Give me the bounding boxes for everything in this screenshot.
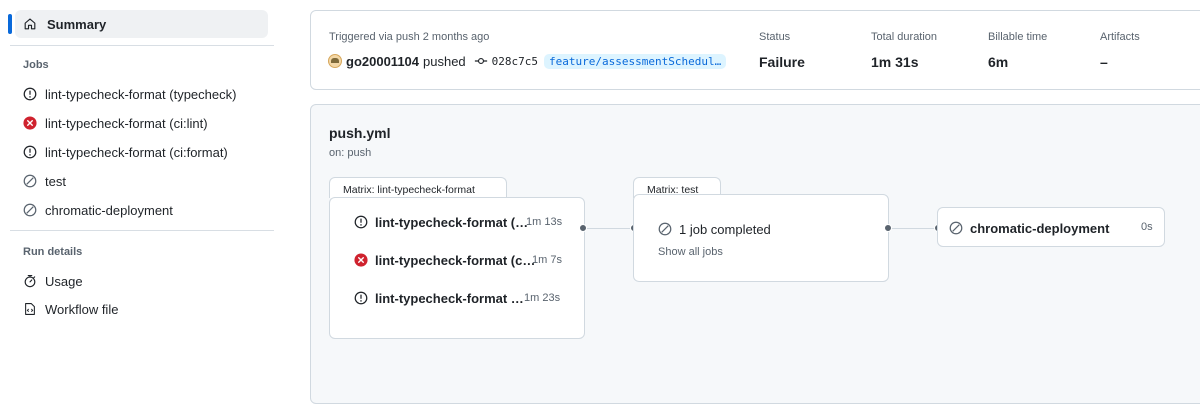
sidebar-job-label: lint-typecheck-format (ci:format) xyxy=(45,144,228,160)
job-name: lint-typecheck-format … xyxy=(375,290,524,306)
failure-icon xyxy=(354,253,368,267)
sidebar-job-label: lint-typecheck-format (typecheck) xyxy=(45,86,237,102)
stopwatch-icon xyxy=(23,274,37,288)
sidebar-item-label: Workflow file xyxy=(45,301,119,317)
workflow-file-title[interactable]: push.yml xyxy=(329,125,390,141)
sidebar-item-label: Usage xyxy=(45,273,83,289)
sidebar-job-ci-lint[interactable]: lint-typecheck-format (ci:lint) xyxy=(23,112,208,134)
jobs-section-title: Jobs xyxy=(23,59,49,71)
sidebar-item-usage[interactable]: Usage xyxy=(23,270,83,292)
matrix-lint-box: lint-typecheck-format (… 1m 13s lint-typ… xyxy=(329,197,585,339)
job-count-text: 1 job completed xyxy=(679,221,771,237)
matrix-lint-tab: Matrix: lint-typecheck-format xyxy=(329,177,507,198)
sidebar-job-ci-format[interactable]: lint-typecheck-format (ci:format) xyxy=(23,141,228,163)
sidebar-item-label: Summary xyxy=(47,16,107,32)
warning-icon xyxy=(23,145,37,159)
status-stat: Status Failure xyxy=(759,31,805,70)
sidebar-item-summary[interactable]: Summary xyxy=(8,10,268,38)
skipped-icon xyxy=(23,174,37,188)
matrix-job-ci-lint[interactable]: lint-typecheck-format (c… 1m 7s xyxy=(354,250,574,270)
deploy-job-box[interactable]: chromatic-deployment 0s xyxy=(937,207,1165,247)
sidebar-job-chromatic-deployment[interactable]: chromatic-deployment xyxy=(23,199,173,221)
connector-dot xyxy=(884,224,892,232)
status-label: Status xyxy=(759,31,791,43)
job-duration: 1m 23s xyxy=(524,292,561,304)
sidebar-job-test[interactable]: test xyxy=(23,170,66,192)
sidebar-job-label: lint-typecheck-format (ci:lint) xyxy=(45,115,208,131)
active-indicator xyxy=(8,14,12,34)
run-details-section-title: Run details xyxy=(23,246,83,258)
artifacts-stat: Artifacts – xyxy=(1100,31,1140,70)
sidebar-item-workflow-file[interactable]: Workflow file xyxy=(23,298,118,320)
matrix-job-ci-format[interactable]: lint-typecheck-format … 1m 23s xyxy=(354,288,574,308)
warning-icon xyxy=(354,215,368,229)
skipped-icon xyxy=(23,203,37,217)
status-value: Failure xyxy=(759,54,805,70)
warning-icon xyxy=(23,87,37,101)
billable-label: Billable time xyxy=(988,31,1048,43)
warning-icon xyxy=(354,291,368,305)
duration-value: 1m 31s xyxy=(871,54,919,70)
duration-label: Total duration xyxy=(871,31,938,43)
trigger-text: Triggered via push 2 months ago xyxy=(329,31,490,43)
commit-sha: 028c7c5 xyxy=(491,54,539,68)
divider xyxy=(10,230,274,231)
commit-icon xyxy=(474,54,488,68)
deploy-job: chromatic-deployment xyxy=(949,218,1109,238)
pusher-row: go20001104 pushed 028c7c5 feature/assess… xyxy=(328,52,727,70)
job-name: lint-typecheck-format (c… xyxy=(375,252,536,268)
matrix-test-box[interactable]: 1 job completed Show all jobs xyxy=(633,194,889,282)
divider xyxy=(10,45,274,46)
billable-value[interactable]: 6m xyxy=(988,54,1047,70)
workflow-trigger: on: push xyxy=(329,147,372,159)
commit-link[interactable]: 028c7c5 xyxy=(474,54,538,68)
run-summary-card: Triggered via push 2 months ago go200011… xyxy=(310,10,1200,90)
matrix-job-typecheck[interactable]: lint-typecheck-format (… 1m 13s xyxy=(354,212,574,232)
user-link[interactable]: go20001104 xyxy=(346,54,419,69)
sidebar-job-typecheck[interactable]: lint-typecheck-format (typecheck) xyxy=(23,83,236,105)
skipped-icon xyxy=(949,221,963,235)
push-action-text: pushed xyxy=(423,53,466,69)
artifacts-label: Artifacts xyxy=(1100,31,1140,43)
file-code-icon xyxy=(23,302,37,316)
job-name: lint-typecheck-format (… xyxy=(375,214,529,230)
artifacts-value: – xyxy=(1100,54,1108,70)
matrix-test-summary: 1 job completed xyxy=(658,219,771,239)
sidebar-job-label: test xyxy=(45,173,66,189)
workflow-graph: push.yml on: push Matrix: lint-typecheck… xyxy=(310,104,1200,404)
sidebar-job-label: chromatic-deployment xyxy=(45,202,173,218)
sidebar: Summary Jobs lint-typecheck-format (type… xyxy=(0,0,285,411)
avatar[interactable] xyxy=(328,54,342,68)
job-duration: 0s xyxy=(1141,221,1153,233)
connector-line xyxy=(891,228,937,229)
job-name: chromatic-deployment xyxy=(970,220,1110,236)
job-duration: 1m 13s xyxy=(526,216,563,228)
connector-dot xyxy=(579,224,587,232)
job-duration: 1m 7s xyxy=(532,254,562,266)
home-icon xyxy=(23,17,37,31)
show-all-jobs-link[interactable]: Show all jobs xyxy=(658,246,723,258)
failure-icon xyxy=(23,116,37,130)
branch-label[interactable]: feature/assessmentSchedul… xyxy=(544,53,727,69)
connector-line xyxy=(587,228,633,229)
duration-stat: Total duration 1m 31s xyxy=(871,31,937,70)
billable-stat: Billable time 6m xyxy=(988,31,1047,70)
skipped-icon xyxy=(658,222,672,236)
